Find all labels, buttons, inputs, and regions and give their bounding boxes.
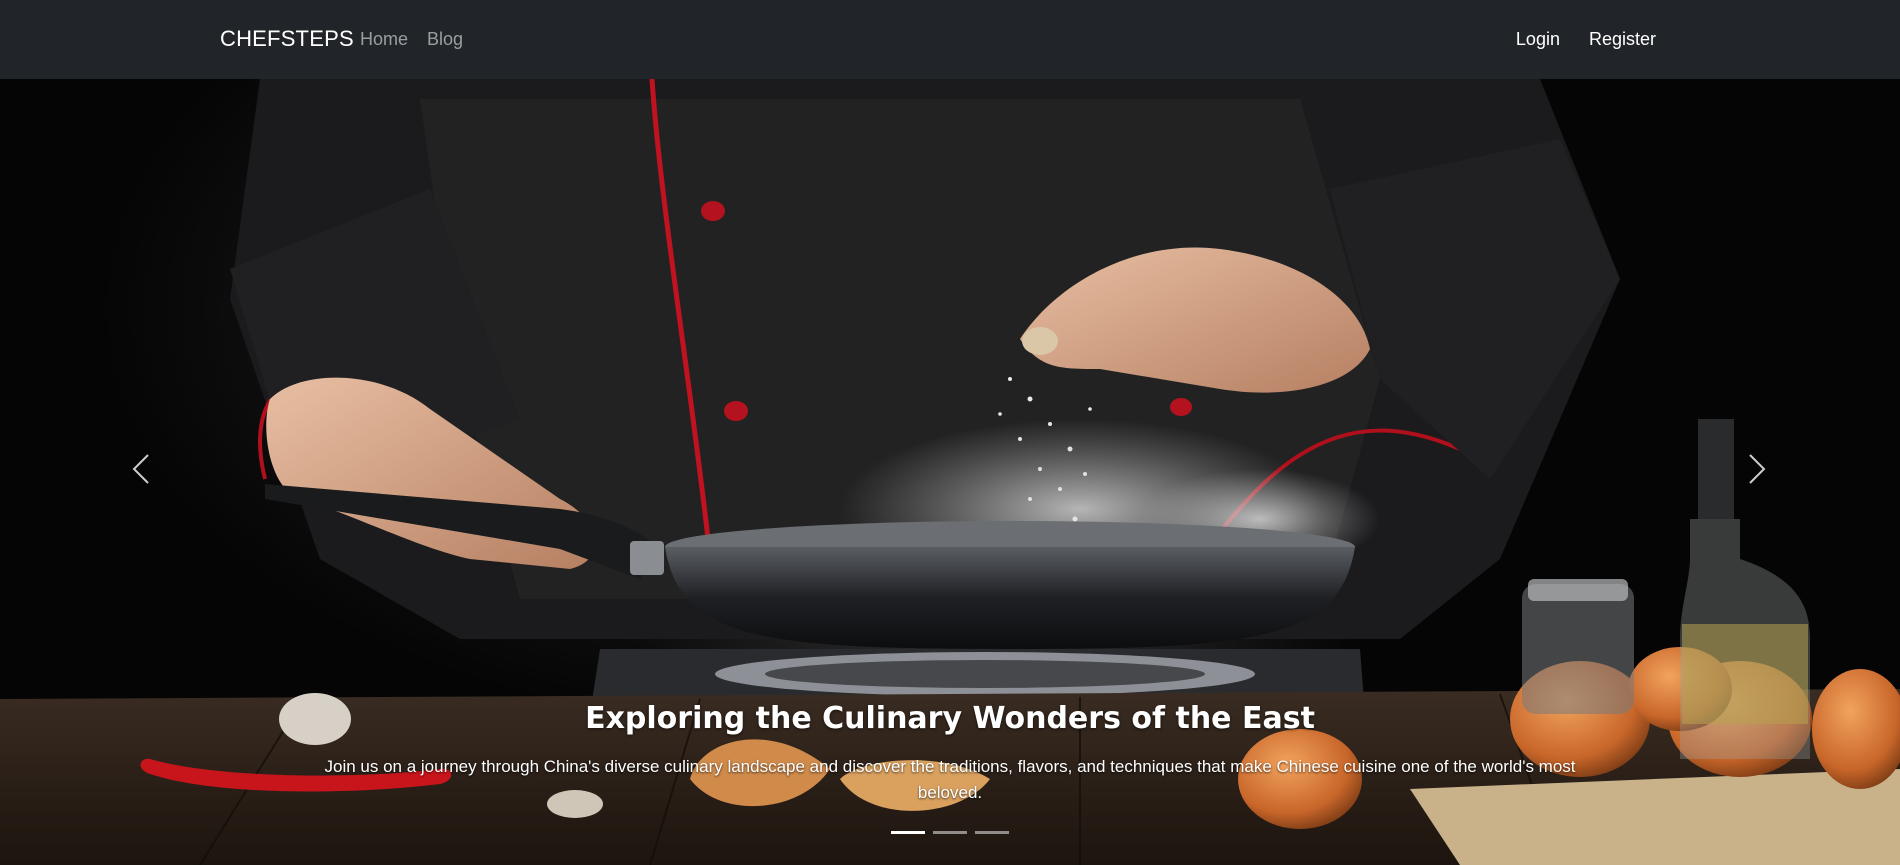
- carousel-indicator-1[interactable]: [891, 831, 925, 834]
- chevron-left-icon: [132, 454, 149, 484]
- hero-title: Exploring the Culinary Wonders of the Ea…: [585, 701, 1315, 736]
- carousel-caption: Exploring the Culinary Wonders of the Ea…: [250, 701, 1650, 806]
- brand-logo[interactable]: CHEFSTEPS: [220, 26, 354, 52]
- hero-carousel: Exploring the Culinary Wonders of the Ea…: [0, 79, 1900, 865]
- carousel-indicators: [891, 831, 1009, 834]
- carousel-next-button[interactable]: [1726, 439, 1786, 499]
- navbar-container: CHEFSTEPS Home Blog Login Register: [0, 0, 1900, 79]
- nav-home-link[interactable]: Home: [360, 29, 408, 50]
- navbar: CHEFSTEPS Home Blog Login Register: [0, 0, 1900, 79]
- carousel-indicator-3[interactable]: [975, 831, 1009, 834]
- chevron-right-icon: [1749, 454, 1766, 484]
- login-link[interactable]: Login: [1516, 29, 1560, 50]
- register-link[interactable]: Register: [1589, 29, 1656, 50]
- hero-description: Join us on a journey through China's div…: [324, 757, 1576, 802]
- nav-right: Login Register: [1516, 29, 1656, 50]
- nav-blog-link[interactable]: Blog: [427, 29, 463, 50]
- nav-left: Home Blog: [360, 29, 463, 50]
- carousel-indicator-2[interactable]: [933, 831, 967, 834]
- carousel-prev-button[interactable]: [112, 439, 172, 499]
